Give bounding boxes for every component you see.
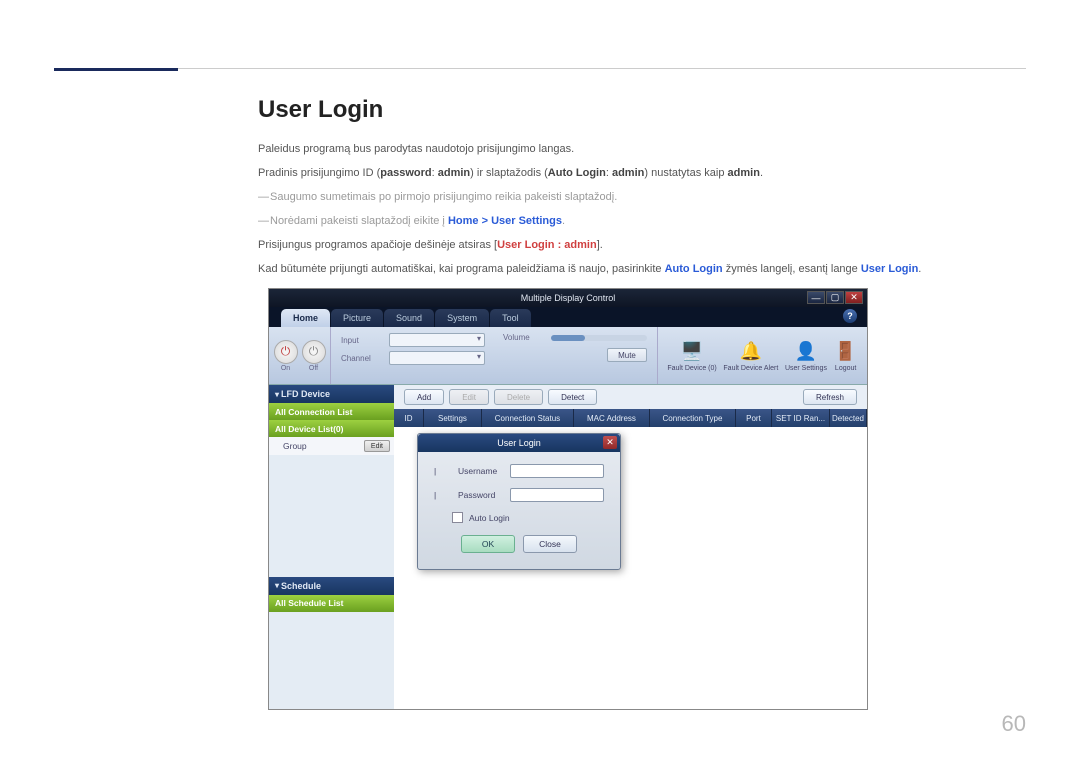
door-icon: 🚪 xyxy=(834,340,858,364)
alert-icon: 🔔 xyxy=(739,340,763,364)
main-tabs: Home Picture Sound System Tool ? xyxy=(269,307,867,327)
header-accent-bar xyxy=(54,68,178,71)
app-window: Multiple Display Control — ▢ ✕ Home Pict… xyxy=(268,288,868,710)
window-titlebar: Multiple Display Control — ▢ ✕ xyxy=(269,289,867,307)
sidebar-all-schedule[interactable]: All Schedule List xyxy=(269,595,394,612)
bullet-icon: | xyxy=(434,490,452,500)
dialog-titlebar: User Login ✕ xyxy=(418,434,620,452)
tab-home[interactable]: Home xyxy=(281,309,330,327)
add-button[interactable]: Add xyxy=(404,389,444,405)
col-connection-status[interactable]: Connection Status xyxy=(482,409,574,427)
col-mac-address[interactable]: MAC Address xyxy=(574,409,650,427)
volume-slider[interactable] xyxy=(551,335,647,341)
power-on-label: On xyxy=(281,365,290,372)
minimize-button[interactable]: — xyxy=(807,291,825,304)
volume-label: Volume xyxy=(503,333,545,342)
paragraph-1: Paleidus programą bus parodytas naudotoj… xyxy=(258,140,1028,158)
action-button-row: Add Edit Delete Detect Refresh xyxy=(394,385,867,409)
sidebar-group-label: Group xyxy=(283,441,307,451)
col-connection-type[interactable]: Connection Type xyxy=(650,409,736,427)
auto-login-row: Auto Login xyxy=(452,512,604,523)
sidebar-group-row[interactable]: Group Edit xyxy=(269,437,394,455)
col-port[interactable]: Port xyxy=(736,409,772,427)
fault-device-button[interactable]: 🖥️ Fault Device (0) xyxy=(667,340,716,372)
table-header: ID Settings Connection Status MAC Addres… xyxy=(394,409,867,427)
toolbar-controls: Input Channel Volume Mute xyxy=(331,327,657,384)
sidebar-all-connection[interactable]: All Connection List xyxy=(269,403,394,420)
tab-tool[interactable]: Tool xyxy=(490,309,531,327)
auto-login-checkbox[interactable] xyxy=(452,512,463,523)
mute-button[interactable]: Mute xyxy=(607,348,647,362)
page-title: User Login xyxy=(258,96,1028,124)
close-button[interactable]: ✕ xyxy=(845,291,863,304)
paragraph-4: Kad būtumėte prijungti automatiškai, kai… xyxy=(258,260,1028,278)
dialog-buttons: OK Close xyxy=(434,535,604,563)
paragraph-3: Prisijungus programos apačioje dešinėje … xyxy=(258,236,1028,254)
username-input[interactable] xyxy=(510,464,604,478)
header-divider xyxy=(54,68,1026,69)
dialog-title: User Login xyxy=(497,438,541,448)
password-row: | Password xyxy=(434,488,604,502)
maximize-button[interactable]: ▢ xyxy=(826,291,844,304)
note-1: Saugumo sumetimais po pirmojo prisijungi… xyxy=(258,188,1028,206)
help-button[interactable]: ? xyxy=(843,309,857,323)
power-on-button[interactable]: ⏻ xyxy=(274,340,298,364)
col-id[interactable]: ID xyxy=(394,409,424,427)
monitor-icon: 🖥️ xyxy=(680,340,704,364)
power-group: ⏻ On ⏻ Off xyxy=(269,327,331,384)
note-2: Norėdami pakeisti slaptažodį eikite į Ho… xyxy=(258,212,1028,230)
tab-system[interactable]: System xyxy=(435,309,489,327)
channel-label: Channel xyxy=(341,354,383,363)
user-settings-button[interactable]: 👤 User Settings xyxy=(785,340,827,372)
close-dialog-button[interactable]: Close xyxy=(523,535,577,553)
detect-button[interactable]: Detect xyxy=(548,389,597,405)
auto-login-label: Auto Login xyxy=(469,513,510,523)
col-setid-range[interactable]: SET ID Ran... xyxy=(772,409,830,427)
dialog-body: | Username | Password Auto Login OK Clos… xyxy=(418,452,620,569)
col-detected[interactable]: Detected xyxy=(830,409,867,427)
paragraph-2: Pradinis prisijungimo ID (password: admi… xyxy=(258,164,1028,182)
ok-button[interactable]: OK xyxy=(461,535,515,553)
fault-alert-button[interactable]: 🔔 Fault Device Alert xyxy=(723,340,778,372)
username-label: Username xyxy=(458,466,504,476)
sidebar-all-device[interactable]: All Device List(0) xyxy=(269,420,394,437)
power-off-button[interactable]: ⏻ xyxy=(302,340,326,364)
window-controls: — ▢ ✕ xyxy=(807,291,863,304)
window-title: Multiple Display Control xyxy=(521,293,616,303)
tab-picture[interactable]: Picture xyxy=(331,309,383,327)
refresh-button[interactable]: Refresh xyxy=(803,389,857,405)
col-settings[interactable]: Settings xyxy=(424,409,482,427)
input-label: Input xyxy=(341,336,383,345)
tab-sound[interactable]: Sound xyxy=(384,309,434,327)
sidebar-spacer-1 xyxy=(269,455,394,577)
logout-button[interactable]: 🚪 Logout xyxy=(834,340,858,372)
toolbar-right: 🖥️ Fault Device (0) 🔔 Fault Device Alert… xyxy=(657,327,867,384)
input-dropdown[interactable] xyxy=(389,333,485,347)
toolbar: ⏻ On ⏻ Off Input Channel xyxy=(269,327,867,385)
user-login-dialog: User Login ✕ | Username | Password Auto … xyxy=(417,433,621,570)
username-row: | Username xyxy=(434,464,604,478)
sidebar-lfd-header[interactable]: LFD Device xyxy=(269,385,394,403)
sidebar-schedule-header[interactable]: Schedule xyxy=(269,577,394,595)
delete-button[interactable]: Delete xyxy=(494,389,543,405)
sidebar-edit-button[interactable]: Edit xyxy=(364,440,390,452)
sidebar-spacer-2 xyxy=(269,612,394,709)
page-number: 60 xyxy=(1002,711,1026,737)
document-content: User Login Paleidus programą bus parodyt… xyxy=(258,96,1028,284)
sidebar: LFD Device All Connection List All Devic… xyxy=(269,385,394,709)
user-icon: 👤 xyxy=(794,340,818,364)
power-off-label: Off xyxy=(309,365,318,372)
password-input[interactable] xyxy=(510,488,604,502)
edit-button[interactable]: Edit xyxy=(449,389,489,405)
password-label: Password xyxy=(458,490,504,500)
channel-dropdown[interactable] xyxy=(389,351,485,365)
dialog-close-button[interactable]: ✕ xyxy=(603,436,617,449)
bullet-icon: | xyxy=(434,466,452,476)
